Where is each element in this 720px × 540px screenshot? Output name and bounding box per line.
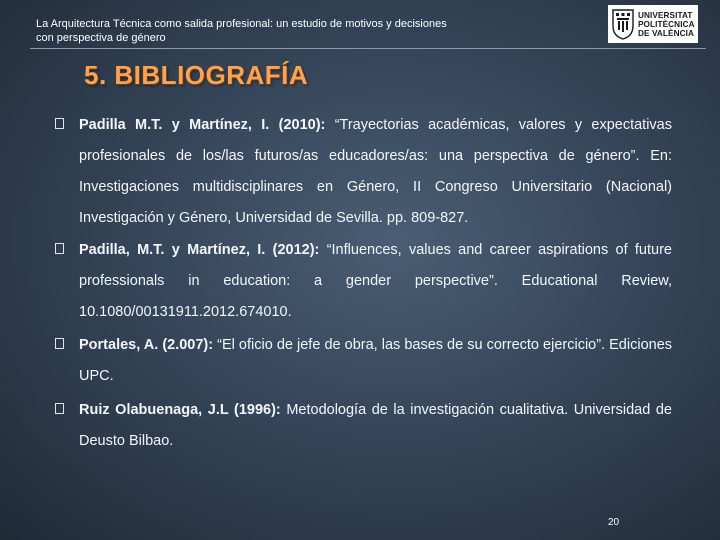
reference-body: “Trayectorias académicas, valores y expe… [79, 117, 672, 226]
reference-text: Padilla, M.T. y Martínez, I. (2012): “In… [79, 235, 672, 328]
reference-authors: Padilla, M.T. y Martínez, I. (2012): [79, 242, 320, 258]
page-number: 20 [608, 517, 620, 528]
bullet-icon [55, 243, 64, 254]
reference-authors: Padilla M.T. y Martínez, I. (2010): [79, 117, 326, 133]
bullet-icon [55, 403, 64, 414]
reference-authors: Portales, A. (2.007): [79, 337, 214, 353]
bullet-icon [55, 118, 64, 129]
reference-list: Padilla M.T. y Martínez, I. (2010): “Tra… [0, 0, 720, 540]
reference-text: Ruiz Olabuenaga, J.L (1996): Metodología… [79, 395, 672, 457]
reference-text: Portales, A. (2.007): “El oficio de jefe… [79, 330, 672, 392]
reference-text: Padilla M.T. y Martínez, I. (2010): “Tra… [79, 110, 672, 234]
reference-authors: Ruiz Olabuenaga, J.L (1996): [79, 402, 281, 418]
bullet-icon [55, 338, 64, 349]
